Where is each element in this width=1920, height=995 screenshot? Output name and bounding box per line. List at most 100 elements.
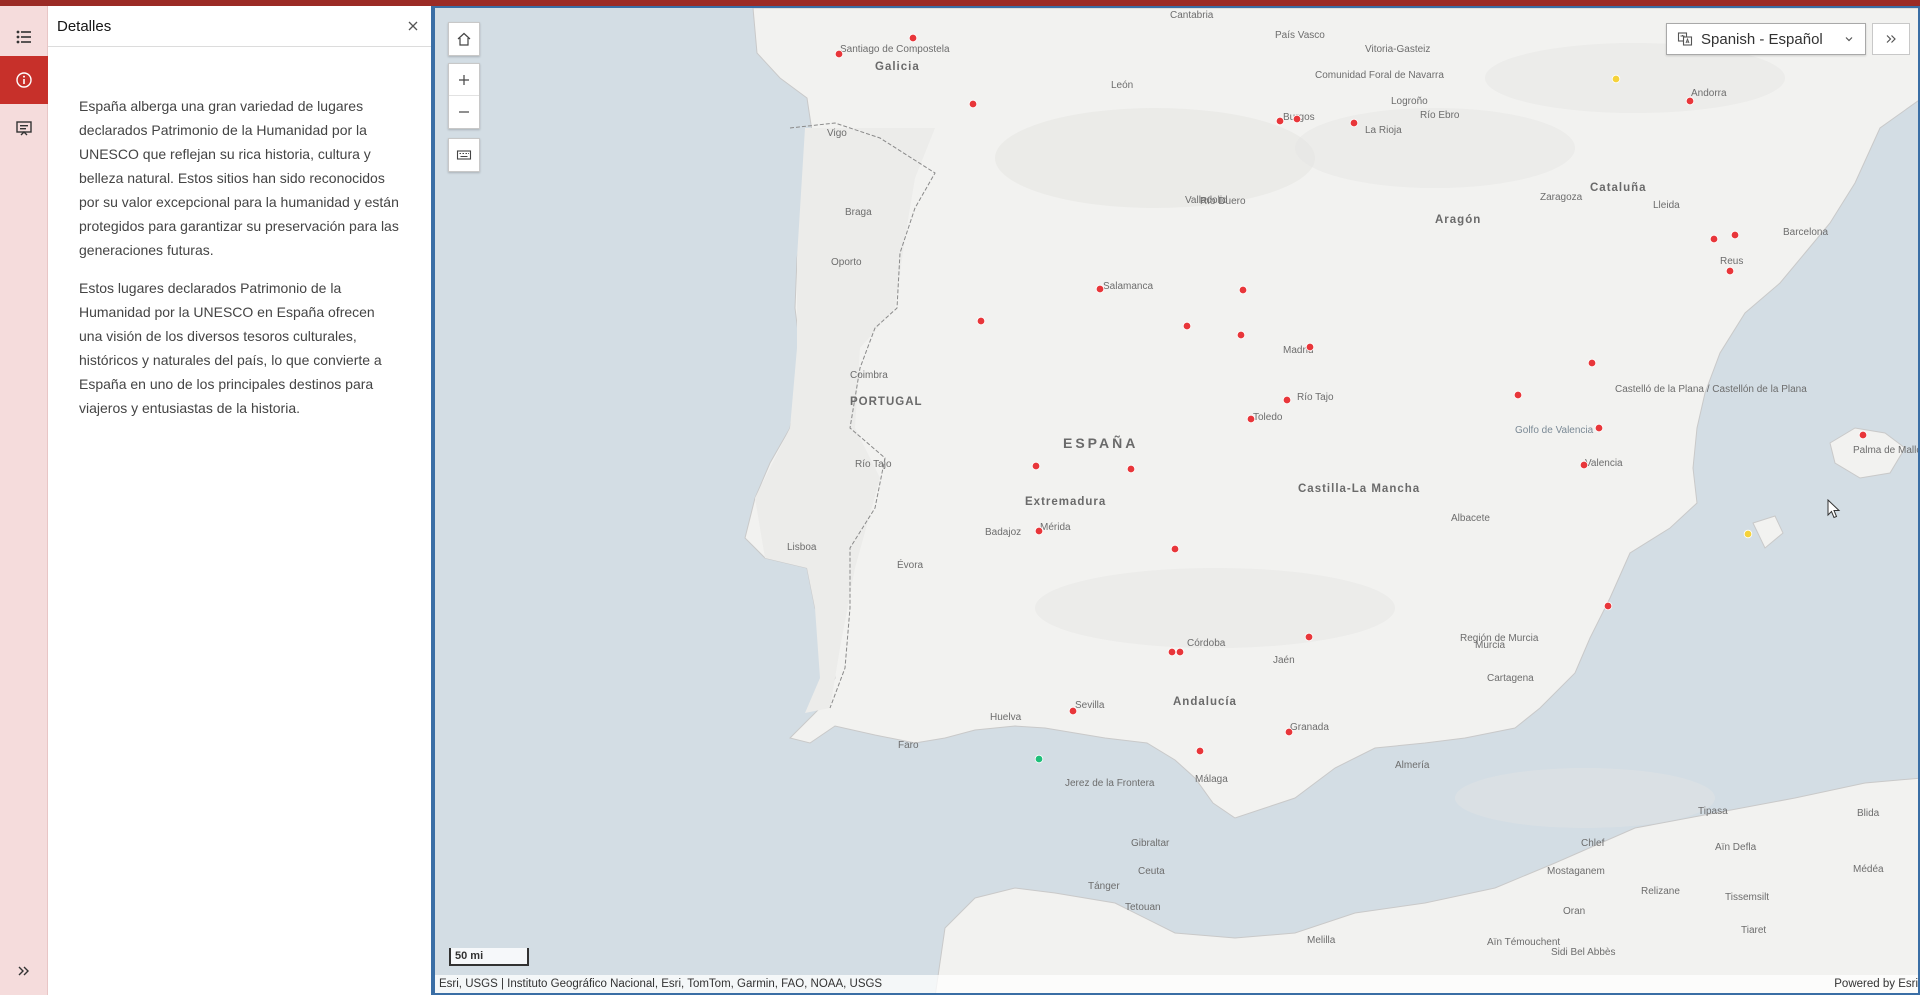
label-region: Andalucía — [1173, 696, 1237, 708]
site-marker[interactable] — [1292, 114, 1302, 124]
list-icon — [16, 30, 31, 44]
site-marker[interactable] — [1195, 746, 1205, 756]
site-marker[interactable] — [1709, 234, 1719, 244]
site-marker[interactable] — [1730, 230, 1740, 240]
label-city: Aïn Témouchent — [1487, 937, 1560, 948]
site-marker[interactable] — [968, 99, 978, 109]
site-marker[interactable] — [1170, 544, 1180, 554]
site-marker[interactable] — [1236, 330, 1246, 340]
label-city: Lleida — [1653, 200, 1680, 211]
description-paragraph: España alberga una gran variedad de luga… — [79, 98, 399, 258]
label-city: Almería — [1395, 760, 1430, 771]
site-marker[interactable] — [976, 316, 986, 326]
site-marker[interactable] — [1725, 266, 1735, 276]
label-city: Jerez de la Frontera — [1065, 778, 1155, 789]
label-city: Tetouan — [1125, 902, 1161, 913]
site-marker[interactable] — [1513, 390, 1523, 400]
minus-icon — [459, 111, 469, 113]
label-city: Lisboa — [787, 542, 817, 553]
description-paragraph: Estos lugares declarados Patrimonio de l… — [79, 280, 382, 416]
translate-icon — [1677, 32, 1693, 46]
site-marker[interactable] — [908, 33, 918, 43]
site-marker[interactable] — [1587, 358, 1597, 368]
site-marker[interactable] — [1068, 706, 1078, 716]
site-marker[interactable] — [1349, 118, 1359, 128]
label-river: Río Duero — [1200, 196, 1246, 207]
label-city: Barcelona — [1783, 227, 1828, 238]
label-region: La Rioja — [1365, 125, 1402, 136]
expand-actionbar-button[interactable] — [0, 947, 48, 995]
site-marker[interactable] — [1275, 116, 1285, 126]
label-city: Sidi Bel Abbès — [1551, 947, 1616, 958]
label-city: Córdoba — [1187, 638, 1226, 649]
details-button[interactable] — [0, 56, 48, 104]
site-marker[interactable] — [1282, 395, 1292, 405]
action-bar — [0, 6, 48, 995]
attribution-sources[interactable]: Esri, USGS | Instituto Geográfico Nacion… — [439, 978, 882, 990]
label-city: Sevilla — [1075, 700, 1105, 711]
site-marker[interactable] — [834, 49, 844, 59]
label-city: Aïn Defla — [1715, 842, 1757, 853]
label-city: Murcia — [1475, 640, 1505, 651]
site-marker[interactable] — [1305, 342, 1315, 352]
label-region: Cataluña — [1590, 182, 1647, 194]
ibiza-island — [1752, 515, 1784, 549]
label-city: Chlef — [1581, 838, 1605, 849]
label-city: Santiago de Compostela — [840, 44, 950, 55]
label-region: Castilla-La Mancha — [1298, 483, 1420, 495]
label-city: Tipasa — [1698, 806, 1728, 817]
site-marker[interactable] — [1579, 460, 1589, 470]
label-city: Melilla — [1307, 935, 1336, 946]
legend-button[interactable] — [0, 13, 48, 61]
label-city: Oran — [1563, 906, 1585, 917]
site-marker[interactable] — [1126, 464, 1136, 474]
language-selector[interactable]: Spanish - Español — [1666, 23, 1866, 55]
relief-shading — [1455, 768, 1715, 828]
expand-toolbar-button[interactable] — [1872, 23, 1910, 55]
home-button[interactable] — [449, 23, 479, 55]
powered-by-link[interactable]: Powered by Esri — [1834, 978, 1918, 990]
site-marker[interactable] — [1304, 632, 1314, 642]
site-marker[interactable] — [1246, 414, 1256, 424]
site-marker[interactable] — [1095, 284, 1105, 294]
site-marker[interactable] — [1034, 526, 1044, 536]
zoom-in-button[interactable] — [449, 64, 479, 96]
north-africa-land — [935, 777, 1918, 993]
label-city: Albacete — [1451, 513, 1490, 524]
site-marker[interactable] — [1284, 727, 1294, 737]
site-marker[interactable] — [1603, 601, 1613, 611]
site-marker[interactable] — [1594, 423, 1604, 433]
relief-shading — [1035, 568, 1395, 648]
label-city: Blida — [1857, 808, 1880, 819]
mixed-site-marker[interactable] — [1743, 529, 1753, 539]
close-icon — [408, 21, 418, 31]
mixed-site-marker[interactable] — [1611, 74, 1621, 84]
keyboard-icon — [456, 150, 472, 160]
slides-button[interactable] — [0, 104, 48, 152]
label-city: Tánger — [1088, 881, 1120, 892]
zoom-control — [448, 63, 480, 129]
label-river: Río Tajo — [855, 459, 892, 470]
zoom-out-button[interactable] — [449, 96, 479, 128]
site-marker[interactable] — [1858, 430, 1868, 440]
natural-site-marker[interactable] — [1034, 754, 1044, 764]
site-marker[interactable] — [1685, 96, 1695, 106]
close-panel-button[interactable] — [403, 16, 423, 36]
site-marker[interactable] — [1031, 461, 1041, 471]
label-city: Oporto — [831, 257, 862, 268]
site-marker[interactable] — [1238, 285, 1248, 295]
label-city: Tissemsilt — [1725, 892, 1769, 903]
keyboard-shortcuts-button[interactable] — [449, 139, 479, 171]
map-view[interactable]: ESPAÑA PORTUGAL Galicia Extremadura Cast… — [433, 6, 1920, 995]
site-marker[interactable] — [1167, 647, 1177, 657]
label-region: Galicia — [875, 61, 920, 73]
label-river: Río Tajo — [1297, 392, 1334, 403]
label-city: Vitoria-Gasteiz — [1365, 44, 1430, 55]
site-marker[interactable] — [1175, 647, 1185, 657]
label-city: Granada — [1290, 722, 1329, 733]
label-city: Huelva — [990, 712, 1022, 723]
home-icon — [457, 32, 471, 46]
chevron-down-icon — [1845, 37, 1853, 42]
site-marker[interactable] — [1182, 321, 1192, 331]
label-city: León — [1111, 80, 1133, 91]
